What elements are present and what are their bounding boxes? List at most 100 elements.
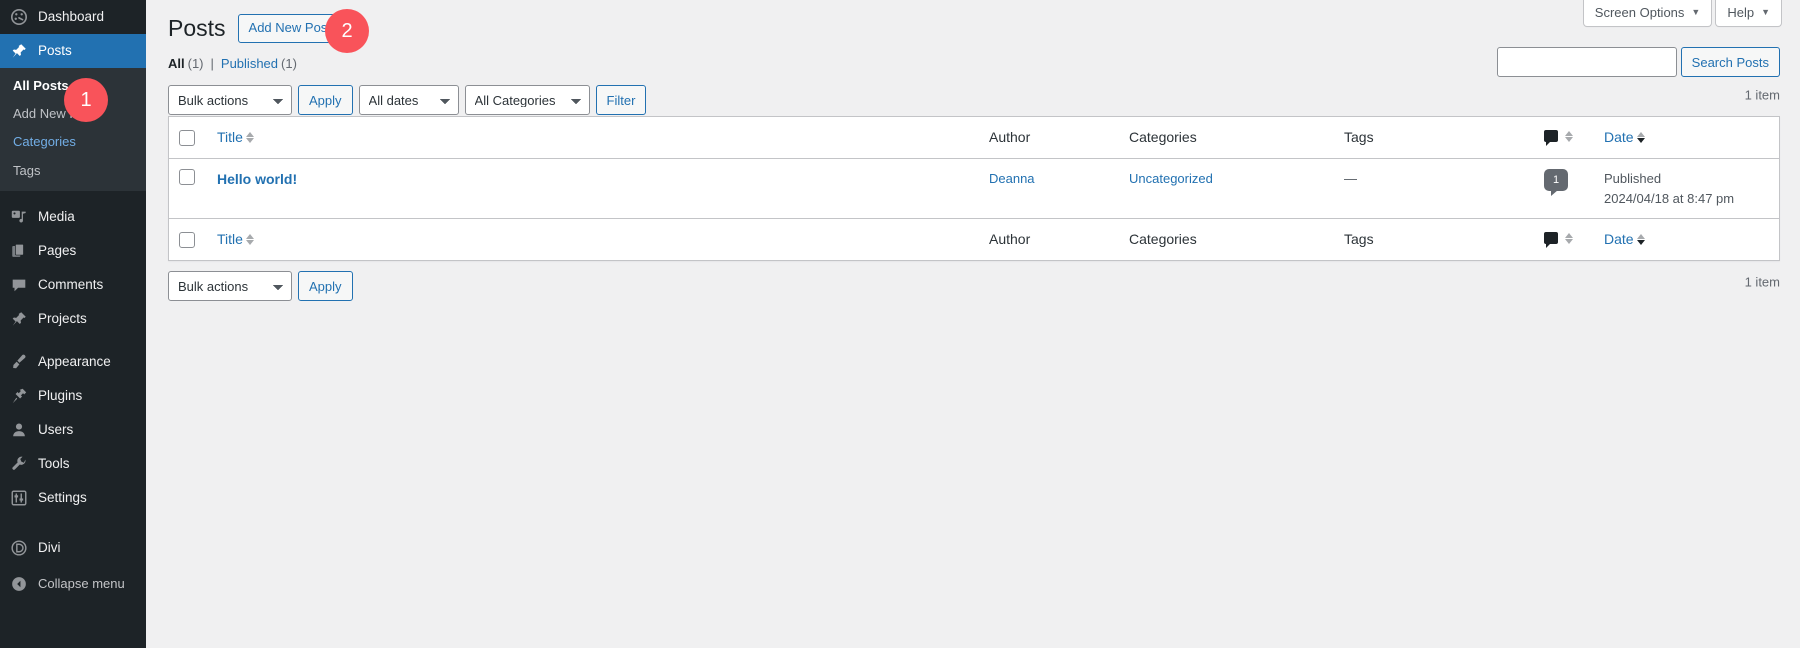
status-filter-published[interactable]: Published (1) [221, 56, 297, 71]
row-author-cell: Deanna [979, 159, 1119, 218]
column-label-author: Author [989, 129, 1031, 145]
dashboard-icon [9, 7, 29, 27]
status-filter-published-link[interactable]: Published [221, 56, 278, 71]
sort-arrows-icon [245, 132, 254, 143]
sidebar-item-label: Plugins [38, 388, 83, 403]
status-filter-all-link[interactable]: All [168, 56, 185, 71]
sidebar-item-label: Divi [38, 540, 61, 555]
bulk-actions-select-top[interactable]: Bulk actionsEditMove to Trash [168, 85, 292, 115]
row-date-cell: Published 2024/04/18 at 8:47 pm [1594, 159, 1779, 218]
column-label-date: Date [1604, 129, 1634, 145]
column-footer-categories: Categories [1119, 218, 1334, 260]
select-all-header [169, 117, 207, 159]
comment-count-bubble[interactable]: 1 [1544, 169, 1568, 196]
sidebar-item-label: Posts [38, 43, 72, 59]
add-new-post-button[interactable]: Add New Post [237, 13, 342, 44]
submenu-item-categories[interactable]: Categories [0, 128, 146, 156]
select-all-checkbox-top[interactable] [179, 129, 195, 146]
row-comments-cell: 1 [1534, 159, 1594, 218]
help-label: Help [1727, 5, 1755, 20]
column-label-title: Title [217, 129, 243, 145]
sort-title-link-footer[interactable]: Title [217, 229, 254, 250]
submenu-item-add-new-post[interactable]: Add New Post [0, 100, 146, 128]
sort-date-link[interactable]: Date [1604, 127, 1645, 148]
sidebar-item-comments[interactable]: Comments [0, 268, 146, 302]
column-label-categories: Categories [1129, 129, 1197, 145]
displaying-num-bottom: 1 item [1744, 274, 1780, 290]
pages-icon [9, 241, 29, 261]
column-label-tags: Tags [1344, 231, 1374, 247]
sidebar-item-media[interactable]: Media [0, 200, 146, 234]
post-category-link[interactable]: Uncategorized [1129, 171, 1213, 186]
comment-icon [1544, 130, 1558, 146]
menu-separator [0, 515, 146, 524]
apply-button-top[interactable]: Apply [298, 85, 353, 115]
screen-options-button[interactable]: Screen Options ▼ [1582, 0, 1713, 27]
pin-icon [9, 309, 29, 329]
sort-date-link-footer[interactable]: Date [1604, 229, 1645, 250]
tablenav-top: Bulk actionsEditMove to Trash Apply All … [168, 74, 1780, 116]
sidebar-item-pages[interactable]: Pages [0, 234, 146, 268]
plug-icon [9, 386, 29, 406]
sidebar-item-label: Collapse menu [38, 576, 125, 592]
posts-submenu: All Posts Add New Post Categories Tags [0, 68, 146, 191]
filter-by-date-select[interactable]: All datesApril 2024 [358, 85, 459, 115]
sidebar-item-label: Comments [38, 277, 104, 292]
menu-separator [0, 191, 146, 200]
posts-table-head: Title Author Categories Tags Date [169, 117, 1779, 159]
column-header-comments[interactable] [1534, 117, 1594, 159]
select-all-footer [169, 218, 207, 260]
bulk-actions-select-bottom[interactable]: Bulk actionsEditMove to Trash [168, 271, 292, 301]
post-author-link[interactable]: Deanna [989, 171, 1035, 186]
sidebar-item-projects[interactable]: Projects [0, 302, 146, 336]
chevron-down-icon: ▼ [1691, 7, 1701, 17]
column-footer-title[interactable]: Title [207, 218, 979, 260]
sidebar-item-divi[interactable]: Divi [0, 531, 146, 565]
search-posts-button[interactable]: Search Posts [1680, 47, 1780, 77]
submenu-item-all-posts[interactable]: All Posts [0, 72, 146, 100]
column-footer-comments[interactable] [1534, 218, 1594, 260]
help-button[interactable]: Help ▼ [1715, 0, 1782, 27]
sort-arrows-icon [1636, 132, 1645, 143]
row-categories-cell: Uncategorized [1119, 159, 1334, 218]
sidebar-item-label: Tools [38, 456, 70, 471]
sidebar-item-settings[interactable]: Settings [0, 481, 146, 515]
filter-button[interactable]: Filter [595, 85, 647, 115]
tablenav-bottom: Bulk actionsEditMove to Trash Apply 1 it… [168, 261, 1780, 303]
sidebar-item-label: Media [38, 209, 75, 224]
sidebar-item-tools[interactable]: Tools [0, 447, 146, 481]
row-checkbox[interactable] [179, 169, 195, 185]
table-header-row: Title Author Categories Tags Date [169, 117, 1779, 159]
sidebar-item-label: Pages [38, 243, 77, 258]
sidebar-item-users[interactable]: Users [0, 413, 146, 447]
column-label-author: Author [989, 231, 1031, 247]
post-status-label: Published [1604, 171, 1662, 186]
column-header-title[interactable]: Title [207, 117, 979, 159]
sidebar-item-dashboard[interactable]: Dashboard [0, 0, 146, 34]
sidebar-item-posts[interactable]: Posts [0, 34, 154, 68]
apply-button-bottom[interactable]: Apply [298, 271, 353, 301]
column-header-date[interactable]: Date [1594, 117, 1779, 159]
sort-arrows-icon[interactable] [1565, 130, 1573, 142]
comment-icon [1544, 232, 1558, 248]
post-date-value: 2024/04/18 at 8:47 pm [1604, 190, 1735, 206]
filter-by-category-select[interactable]: All CategoriesUncategorized [464, 85, 590, 115]
user-icon [9, 420, 29, 440]
sidebar-item-appearance[interactable]: Appearance [0, 345, 146, 379]
status-filter-all[interactable]: All (1) [168, 56, 204, 71]
sidebar-item-label: Appearance [38, 354, 111, 369]
post-title-link[interactable]: Hello world! [217, 171, 297, 187]
submenu-item-tags[interactable]: Tags [0, 157, 146, 185]
sidebar-collapse-menu[interactable]: Collapse menu [0, 567, 146, 601]
select-all-checkbox-bottom[interactable] [179, 231, 195, 248]
sort-title-link[interactable]: Title [217, 127, 254, 148]
collapse-arrow-icon [9, 574, 29, 594]
sidebar-item-plugins[interactable]: Plugins [0, 379, 146, 413]
sort-arrows-icon[interactable] [1565, 232, 1573, 244]
column-label-date: Date [1604, 231, 1634, 247]
column-header-categories: Categories [1119, 117, 1334, 159]
search-input[interactable] [1496, 47, 1677, 77]
column-label-tags: Tags [1344, 129, 1374, 145]
column-footer-date[interactable]: Date [1594, 218, 1779, 260]
column-footer-tags: Tags [1334, 218, 1534, 260]
